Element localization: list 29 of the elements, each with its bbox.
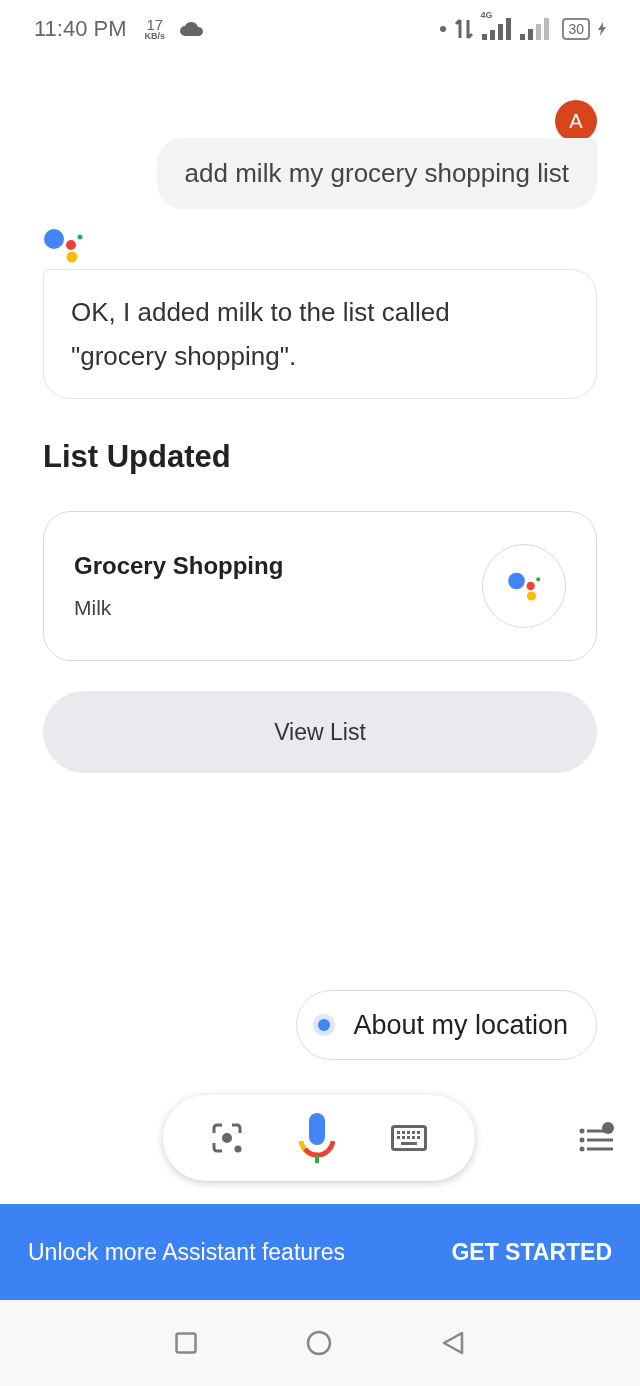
signal-icon bbox=[520, 18, 551, 40]
cloud-icon bbox=[179, 21, 206, 37]
signal-icon bbox=[482, 18, 513, 40]
list-card[interactable]: Grocery Shopping Milk bbox=[43, 511, 597, 661]
location-dot-icon bbox=[313, 1014, 336, 1036]
section-title: List Updated bbox=[43, 439, 232, 475]
assistant-reply: OK, I added milk to the list called "grocery shopping". bbox=[43, 269, 597, 399]
dot-icon bbox=[440, 26, 447, 32]
charging-icon bbox=[598, 22, 606, 36]
status-time: 11:40 PM bbox=[34, 16, 127, 42]
microphone-icon[interactable] bbox=[299, 1113, 335, 1163]
user-message: add milk my grocery shopping list bbox=[156, 138, 597, 209]
recents-icon[interactable] bbox=[174, 1332, 197, 1354]
lens-icon[interactable] bbox=[211, 1122, 243, 1154]
list-item: Milk bbox=[74, 596, 113, 620]
get-started-button[interactable]: GET STARTED bbox=[451, 1238, 612, 1266]
keyboard-icon[interactable] bbox=[391, 1125, 427, 1151]
assistant-logo-icon bbox=[43, 227, 83, 263]
speed-unit: KB/s bbox=[144, 32, 166, 41]
home-icon[interactable] bbox=[306, 1330, 332, 1356]
data-transfer-icon bbox=[454, 18, 475, 40]
banner-text: Unlock more Assistant features bbox=[28, 1238, 346, 1266]
network-type: 4G bbox=[480, 10, 493, 20]
list-title: Grocery Shopping bbox=[74, 552, 284, 580]
battery-indicator: 30 bbox=[562, 18, 590, 40]
suggestion-chip[interactable]: About my location bbox=[296, 990, 597, 1060]
network-speed: 17 bbox=[146, 17, 164, 32]
view-list-button[interactable]: View List bbox=[43, 691, 597, 773]
back-icon[interactable] bbox=[441, 1331, 466, 1355]
